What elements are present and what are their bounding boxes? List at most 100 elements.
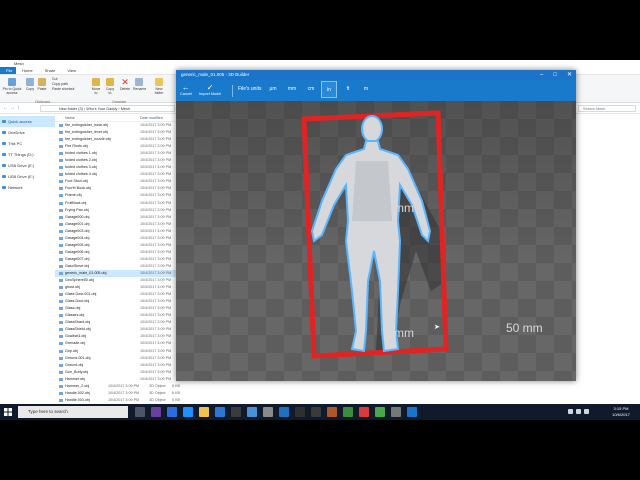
file-row[interactable]: folded clothes 3.obj 10/4/2017 3:09 PM [55,164,180,171]
file-row[interactable]: Grenade.obj 10/4/2017 3:09 PM [55,340,180,347]
app-icon[interactable] [359,407,369,417]
file-row[interactable]: GlassShield.obj 10/4/2017 3:09 PM [55,326,180,333]
maximize-icon[interactable]: □ [553,70,557,80]
file-row[interactable]: Ground.obj 10/4/2017 3:09 PM [55,362,180,369]
file-row[interactable]: Glass.obj 10/4/2017 3:09 PM [55,305,180,312]
address-bar[interactable]: New folder (3) › Who's Your Daddy › Mesh [40,105,175,112]
minimize-icon[interactable]: – [540,70,543,80]
file-row[interactable]: Handle.002.obj 10/4/2017 3:09 PM 3D Object… [55,390,180,397]
column-name[interactable]: Name [55,116,140,121]
file-row[interactable]: GlassShard.obj 10/4/2017 3:09 PM [55,319,180,326]
pin-quick-access-button[interactable]: Pin to Quick access [2,78,22,95]
copy-button[interactable]: Copy [25,78,35,91]
file-row[interactable]: Garage000.obj 10/4/2017 3:09 PM [55,214,180,221]
file-row[interactable]: Glass Door.obj 10/4/2017 3:09 PM [55,298,180,305]
app-icon[interactable] [167,407,177,417]
file-row[interactable]: folded clothes 2.obj 10/4/2017 3:09 PM [55,157,180,164]
cancel-button[interactable]: ← Cancel [180,83,192,96]
file-row[interactable]: Ground.001.obj 10/4/2017 3:09 PM [55,355,180,362]
new-folder-button[interactable]: New folder [152,78,166,95]
unit-m-button[interactable]: m [358,81,374,98]
app-icon[interactable] [263,407,273,417]
file-row[interactable]: Glass Door.001.obj 10/4/2017 3:09 PM [55,291,180,298]
nav-item-usb-drive-2[interactable]: USB Drive (E:) [0,171,55,182]
unit-um-button[interactable]: μm [265,81,281,98]
file-row[interactable]: FruitBowl.obj 10/4/2017 3:09 PM [55,200,180,207]
3d-builder-taskbar-icon[interactable] [407,407,417,417]
file-row[interactable]: Garage006.obj 10/4/2017 3:09 PM [55,249,180,256]
file-row[interactable]: Hammer_2.obj 10/4/2017 3:09 PM 3D Object 6 … [55,383,180,390]
file-row[interactable]: Fire Rinds.obj 10/4/2017 3:09 PM [55,143,180,150]
3d-viewport[interactable]: mm mm 50 mm ➤ [176,101,576,381]
app-icon[interactable] [391,407,401,417]
nav-item-quick-access[interactable]: Quick access [0,116,55,127]
file-row[interactable]: fire_extinguisher_nozzle.obj 10/4/2017 3:… [55,136,180,143]
paste-button[interactable]: Paste [37,78,47,91]
app-icon[interactable] [375,407,385,417]
file-row[interactable]: Goalbar3.obj 10/4/2017 3:09 PM [55,333,180,340]
file-row[interactable]: Garage003.obj 10/4/2017 3:09 PM [55,228,180,235]
tab-view[interactable]: View [61,67,82,74]
close-icon[interactable]: ✕ [567,70,572,80]
rename-button[interactable]: Rename [133,78,146,91]
file-row[interactable]: fire_extinguisher_hose.obj 10/4/2017 3:09… [55,122,180,129]
task-view-icon[interactable] [135,407,145,417]
app-icon[interactable] [247,407,257,417]
file-row[interactable]: Gun_Body.obj 10/4/2017 3:09 PM [55,369,180,376]
file-row[interactable]: Hammer.obj 10/4/2017 3:09 PM [55,376,180,383]
file-row[interactable]: Frying Pan.obj 10/4/2017 3:09 PM [55,207,180,214]
file-row[interactable]: Grip.obj 10/4/2017 3:09 PM [55,348,180,355]
file-row[interactable]: Handle.003.obj 10/4/2017 3:09 PM 3D Object… [55,397,180,404]
file-row[interactable]: Garage004.obj 10/4/2017 3:09 PM [55,235,180,242]
notification-icon[interactable] [584,409,589,414]
unit-ft-button[interactable]: ft [340,81,356,98]
unit-mm-button[interactable]: mm [284,81,300,98]
taskbar-clock[interactable]: 3:15 PM 10/6/2017 [604,406,638,418]
app-icon[interactable] [311,407,321,417]
edge-icon[interactable] [183,407,193,417]
file-row[interactable]: Garage001.obj 10/4/2017 3:09 PM [55,221,180,228]
tab-home[interactable]: Home [16,67,39,74]
move-to-button[interactable]: Move to [90,78,102,95]
app-icon[interactable] [279,407,289,417]
file-row[interactable]: Garage007.obj 10/4/2017 3:09 PM [55,256,180,263]
column-date[interactable]: Date modified [140,116,163,121]
network-icon[interactable] [568,409,573,414]
tab-share[interactable]: Share [39,67,62,74]
app-icon[interactable] [151,407,161,417]
store-icon[interactable] [215,407,225,417]
file-row[interactable]: Frame.obj 10/4/2017 3:09 PM [55,192,180,199]
taskbar-search[interactable]: Type here to search [18,406,128,418]
windows-start-icon[interactable] [4,408,12,416]
nav-item-onedrive[interactable]: OneDrive [0,127,55,138]
tab-file[interactable]: File [0,67,16,74]
app-icon[interactable] [295,407,305,417]
file-row[interactable]: Fourth Book.obj 10/4/2017 3:09 PM [55,185,180,192]
import-model-button[interactable]: ✓ Import Model [199,83,221,96]
unit-cm-button[interactable]: cm [303,81,319,98]
file-row[interactable]: generic_male_01.005.obj 10/4/2017 3:09 PM [55,269,180,278]
file-row[interactable]: GeoSphere00.obj 10/4/2017 3:09 PM [55,277,180,284]
copy-to-button[interactable]: Copy to [104,78,116,95]
nav-arrows[interactable]: ←→↑ [3,105,22,111]
file-row[interactable]: Foot Stool.obj 10/4/2017 3:09 PM [55,178,180,185]
file-row[interactable]: Garage005.obj 10/4/2017 3:09 PM [55,242,180,249]
nav-item-tt-things[interactable]: TT Things (D:) [0,149,55,160]
app-icon[interactable] [231,407,241,417]
search-input[interactable]: Search Mesh [578,105,636,112]
app-icon[interactable] [327,407,337,417]
unit-in-button[interactable]: in [321,81,337,98]
nav-item-this-pc[interactable]: This PC [0,138,55,149]
nav-item-network[interactable]: Network [0,182,55,193]
file-row[interactable]: folded clothes 1.obj 10/4/2017 3:09 PM [55,150,180,157]
file-row[interactable]: fire_extinguisher_lever.obj 10/4/2017 3:0… [55,129,180,136]
file-row[interactable]: ghost.obj 10/4/2017 3:09 PM [55,284,180,291]
delete-button[interactable]: ✕ Delete [119,78,131,92]
nav-item-usb-drive[interactable]: USB Drive (E:) [0,160,55,171]
file-row[interactable]: GasoStove.obj 10/4/2017 3:09 PM [55,263,180,270]
paste-shortcut-button[interactable]: Paste shortcut [52,87,74,92]
file-explorer-icon[interactable] [199,407,209,417]
file-row[interactable]: folded clothes 4.obj 10/4/2017 3:09 PM [55,171,180,178]
app-icon[interactable] [343,407,353,417]
volume-icon[interactable] [576,409,581,414]
